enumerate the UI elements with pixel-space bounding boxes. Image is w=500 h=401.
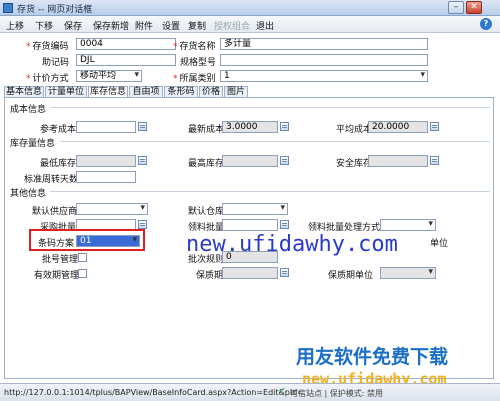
section-divider (60, 141, 490, 142)
name-input[interactable]: 多计量 (220, 38, 428, 50)
safe-stock-label: 安全库存 (336, 159, 373, 169)
default-warehouse-label: 默认仓库 (188, 207, 225, 217)
calculator-icon[interactable] (138, 156, 147, 165)
calculator-icon[interactable] (280, 268, 289, 277)
calculator-icon[interactable] (280, 156, 289, 165)
move-up-button[interactable]: 上移 (6, 19, 24, 32)
expiry-unit-select (380, 267, 436, 279)
code-input[interactable]: 0004 (76, 38, 176, 50)
status-url: http://127.0.0.1:1014/tplus/BAPView/Base… (4, 388, 304, 397)
section-divider (50, 107, 490, 108)
default-supplier-select[interactable] (76, 203, 148, 215)
save-button[interactable]: 保存 (64, 19, 82, 32)
unit-label: 单位 (430, 239, 449, 249)
picking-method-select[interactable] (380, 219, 436, 231)
valuation-select[interactable]: 移动平均 (76, 70, 142, 82)
help-icon[interactable]: ? (480, 18, 492, 30)
attachment-button[interactable]: 附件 (135, 19, 153, 32)
status-text: 可信站点 | 保护模式: 禁用 (290, 389, 384, 398)
batch-mgmt-label: 批号管理 (42, 255, 79, 265)
expiry-mgmt-label: 有效期管理 (34, 271, 80, 281)
latest-cost-label: 最新成本 (188, 125, 225, 135)
default-supplier-label: 默认供应商 (32, 207, 78, 217)
safe-stock-input (368, 155, 428, 167)
stock-section-title: 库存量信息 (10, 139, 56, 149)
category-select[interactable]: 1 (220, 70, 428, 82)
exit-button[interactable]: 退出 (256, 19, 274, 32)
status-bar: http://127.0.0.1:1014/tplus/BAPView/Base… (0, 383, 500, 401)
move-down-button[interactable]: 下移 (35, 19, 53, 32)
picking-batch-input[interactable] (222, 219, 278, 231)
save-new-button[interactable]: 保存新增 (93, 19, 129, 32)
expiry-label: 保质期 (196, 271, 224, 281)
batch-mgmt-checkbox[interactable] (78, 253, 87, 262)
valuation-label: * 计价方式 (26, 74, 69, 84)
window-titlebar: 存货 -- 网页对话框 – ✕ (0, 0, 500, 16)
mnemonic-label: 助记码 (42, 58, 70, 68)
barcode-highlight-box (29, 229, 145, 251)
close-button[interactable]: ✕ (466, 1, 482, 14)
min-stock-input (76, 155, 136, 167)
calculator-icon[interactable] (138, 220, 147, 229)
turnover-days-input[interactable] (76, 171, 136, 183)
toolbar: 上移 下移 保存 保存新增 附件 设置 复制 授权组合 退出 ? (0, 16, 500, 33)
name-label: * 存货名称 (173, 42, 216, 52)
code-label: * 存货编码 (26, 42, 69, 52)
calculator-icon[interactable] (280, 122, 289, 131)
avg-cost-input: 20.0000 (368, 121, 428, 133)
window-title: 存货 -- 网页对话框 (17, 5, 93, 15)
calculator-icon[interactable] (430, 122, 439, 131)
calculator-icon[interactable] (430, 156, 439, 165)
max-stock-label: 最高库存 (188, 159, 225, 169)
max-stock-input (222, 155, 278, 167)
watermark-brand: 用友软件免费下载 (296, 346, 449, 368)
expiry-input (222, 267, 278, 279)
latest-cost-input: 3.0000 (222, 121, 278, 133)
cost-section-title: 成本信息 (10, 105, 47, 115)
ref-cost-label: 参考成本 (40, 125, 77, 135)
min-stock-label: 最低库存 (40, 159, 77, 169)
copy-button[interactable]: 复制 (188, 19, 206, 32)
mnemonic-input[interactable]: DJL (76, 54, 176, 66)
expiry-mgmt-checkbox[interactable] (78, 269, 87, 278)
other-section-title: 其他信息 (10, 189, 47, 199)
minimize-button[interactable]: – (448, 1, 464, 14)
app-icon (3, 3, 13, 13)
trusted-site-icon: ✓ (278, 386, 287, 397)
settings-button[interactable]: 设置 (162, 19, 180, 32)
turnover-days-label: 标准周转天数 (24, 175, 79, 185)
spec-input[interactable] (220, 54, 428, 66)
category-label: * 所属类别 (173, 74, 216, 84)
ref-cost-input[interactable] (76, 121, 136, 133)
watermark-url: new.ufidawhy.com (186, 232, 398, 257)
avg-cost-label: 平均成本 (336, 125, 373, 135)
calculator-icon[interactable] (280, 220, 289, 229)
calculator-icon[interactable] (138, 122, 147, 131)
spec-label: 规格型号 (180, 58, 217, 68)
section-divider (50, 191, 490, 192)
default-warehouse-select[interactable] (222, 203, 288, 215)
authorize-combo-button[interactable]: 授权组合 (214, 19, 250, 32)
expiry-unit-label: 保质期单位 (328, 271, 374, 281)
